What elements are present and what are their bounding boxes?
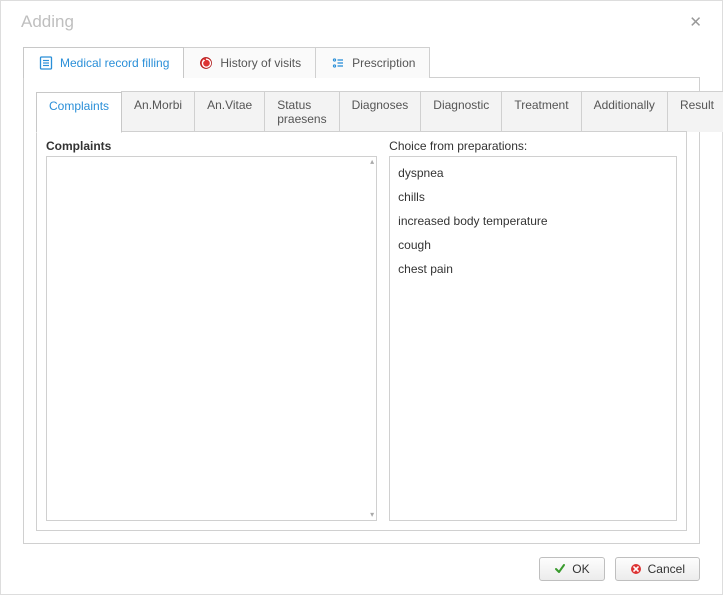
subtab-label: Diagnoses (352, 98, 409, 112)
subtab-label: Treatment (514, 98, 568, 112)
preparations-column: Choice from preparations: dyspnea chills… (389, 139, 677, 521)
cancel-icon (630, 563, 642, 575)
resize-grip-top-icon[interactable]: ▴ (370, 158, 374, 166)
tab-label: History of visits (220, 56, 301, 70)
subtab-label: An.Morbi (134, 98, 182, 112)
subtab-treatment[interactable]: Treatment (501, 91, 581, 132)
subtab-label: Status praesens (277, 98, 326, 126)
complaints-column: Complaints ▴ ▾ (46, 139, 377, 521)
tab-prescription[interactable]: Prescription (315, 47, 430, 78)
subtab-label: Additionally (594, 98, 655, 112)
list-item-label: increased body temperature (398, 214, 547, 228)
record-icon (38, 55, 54, 71)
complaints-label: Complaints (46, 139, 377, 153)
dialog-title: Adding (21, 12, 74, 32)
subtab-label: An.Vitae (207, 98, 252, 112)
tab-label: Medical record filling (60, 56, 169, 70)
resize-grip-bottom-icon[interactable]: ▾ (370, 511, 374, 519)
button-label: OK (572, 562, 589, 576)
prescription-icon (330, 55, 346, 71)
sub-tabstrip: Complaints An.Morbi An.Vitae Status prae… (36, 91, 687, 132)
cancel-button[interactable]: Cancel (615, 557, 700, 581)
top-tabstrip: Medical record filling History of visits (23, 47, 700, 78)
subtab-complaints[interactable]: Complaints (36, 92, 122, 133)
dialog-footer: OK Cancel (1, 544, 722, 594)
subtab-an-vitae[interactable]: An.Vitae (194, 91, 265, 132)
titlebar: Adding ✕ (1, 1, 722, 43)
history-icon (198, 55, 214, 71)
subtab-additionally[interactable]: Additionally (581, 91, 668, 132)
check-icon (554, 563, 566, 575)
list-item-label: cough (398, 238, 431, 252)
list-item[interactable]: chest pain (390, 257, 676, 281)
list-item[interactable]: cough (390, 233, 676, 257)
subtab-label: Diagnostic (433, 98, 489, 112)
subtab-diagnostic[interactable]: Diagnostic (420, 91, 502, 132)
list-item-label: chills (398, 190, 425, 204)
sub-tab-panel: Complaints ▴ ▾ Choice from preparations:… (36, 131, 687, 531)
subtab-result[interactable]: Result (667, 91, 723, 132)
tab-medical-record-filling[interactable]: Medical record filling (23, 47, 184, 78)
tab-label: Prescription (352, 56, 415, 70)
adding-dialog: Adding ✕ Medical record filling (0, 0, 723, 595)
close-icon[interactable]: ✕ (683, 9, 708, 35)
complaints-textarea[interactable] (47, 157, 376, 520)
subtab-diagnoses[interactable]: Diagnoses (339, 91, 422, 132)
tab-history-of-visits[interactable]: History of visits (183, 47, 316, 78)
ok-button[interactable]: OK (539, 557, 604, 581)
list-item-label: chest pain (398, 262, 453, 276)
subtab-status-praesens[interactable]: Status praesens (264, 91, 339, 132)
subtab-label: Result (680, 98, 714, 112)
list-item[interactable]: chills (390, 185, 676, 209)
top-tab-panel: Complaints An.Morbi An.Vitae Status prae… (23, 77, 700, 544)
preparations-listbox[interactable]: dyspnea chills increased body temperatur… (389, 156, 677, 521)
list-item-label: dyspnea (398, 166, 443, 180)
content-area: Medical record filling History of visits (1, 43, 722, 544)
list-item[interactable]: increased body temperature (390, 209, 676, 233)
list-item[interactable]: dyspnea (390, 161, 676, 185)
button-label: Cancel (648, 562, 685, 576)
complaints-textarea-wrap: ▴ ▾ (46, 156, 377, 521)
subtab-an-morbi[interactable]: An.Morbi (121, 91, 195, 132)
subtab-label: Complaints (49, 99, 109, 113)
preparations-label: Choice from preparations: (389, 139, 677, 153)
